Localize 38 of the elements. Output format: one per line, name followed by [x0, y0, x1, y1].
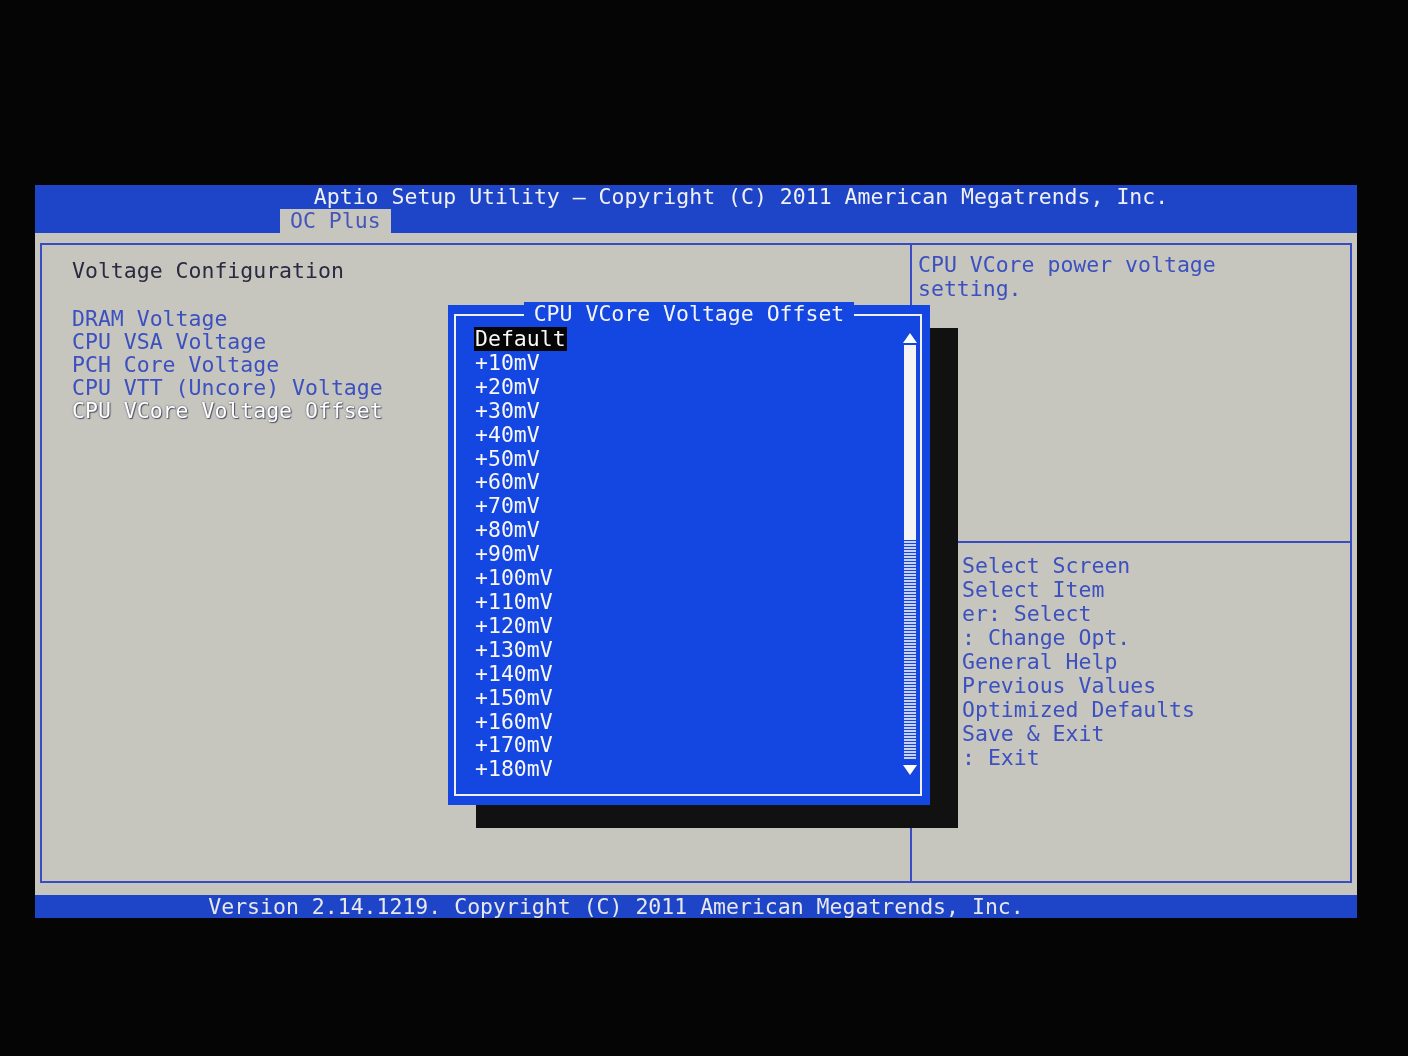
- scroll-down-icon[interactable]: [903, 765, 917, 775]
- tab[interactable]: OC Plus: [280, 209, 391, 233]
- option-item[interactable]: +170mV: [474, 733, 554, 758]
- option-item[interactable]: +70mV: [474, 494, 541, 519]
- key-hint: General Help: [962, 650, 1119, 674]
- key-hint: Previous Values: [962, 674, 1158, 698]
- scrollbar-thumb[interactable]: [904, 345, 916, 540]
- option-item[interactable]: +160mV: [474, 709, 554, 734]
- option-item[interactable]: +30mV: [474, 398, 541, 423]
- key-hint: : Exit: [962, 746, 1041, 770]
- option-item[interactable]: +180mV: [474, 757, 554, 782]
- option-item[interactable]: +10mV: [474, 350, 541, 375]
- option-item[interactable]: +90mV: [474, 542, 541, 567]
- key-hint: Select Item: [962, 578, 1106, 602]
- help-text: CPU VCore power voltage setting.: [918, 253, 1217, 301]
- key-hint: Select Screen: [962, 554, 1132, 578]
- option-item[interactable]: +80mV: [474, 518, 541, 543]
- option-item[interactable]: +150mV: [474, 685, 554, 710]
- scrollbar-track[interactable]: [904, 345, 916, 760]
- key-hint: Save & Exit: [962, 722, 1106, 746]
- key-hint: er: Select: [962, 602, 1093, 626]
- key-hint: : Change Opt.: [962, 626, 1132, 650]
- option-item[interactable]: +130mV: [474, 637, 554, 662]
- option-item[interactable]: +120mV: [474, 613, 554, 638]
- option-item[interactable]: +110mV: [474, 589, 554, 614]
- option-item[interactable]: +100mV: [474, 566, 554, 590]
- option-item[interactable]: +60mV: [474, 470, 541, 495]
- option-item[interactable]: +50mV: [474, 446, 541, 471]
- version-text: Version 2.14.1219. Copyright (C) 2011 American Megatrends, Inc.: [208, 895, 1024, 918]
- scroll-up-icon[interactable]: [903, 333, 917, 343]
- section-heading: Voltage Configuration: [72, 259, 345, 283]
- window-title: Aptio Setup Utility – Copyright (C) 2011 American Megatrends, Inc.: [312, 185, 1170, 209]
- option-item[interactable]: Default: [474, 327, 567, 351]
- option-item[interactable]: +20mV: [474, 374, 541, 399]
- option-item[interactable]: +40mV: [474, 422, 541, 447]
- key-hint: Optimized Defaults: [962, 698, 1196, 722]
- popup-title: CPU VCore Voltage Offset: [523, 302, 855, 326]
- option-item[interactable]: +140mV: [474, 661, 554, 686]
